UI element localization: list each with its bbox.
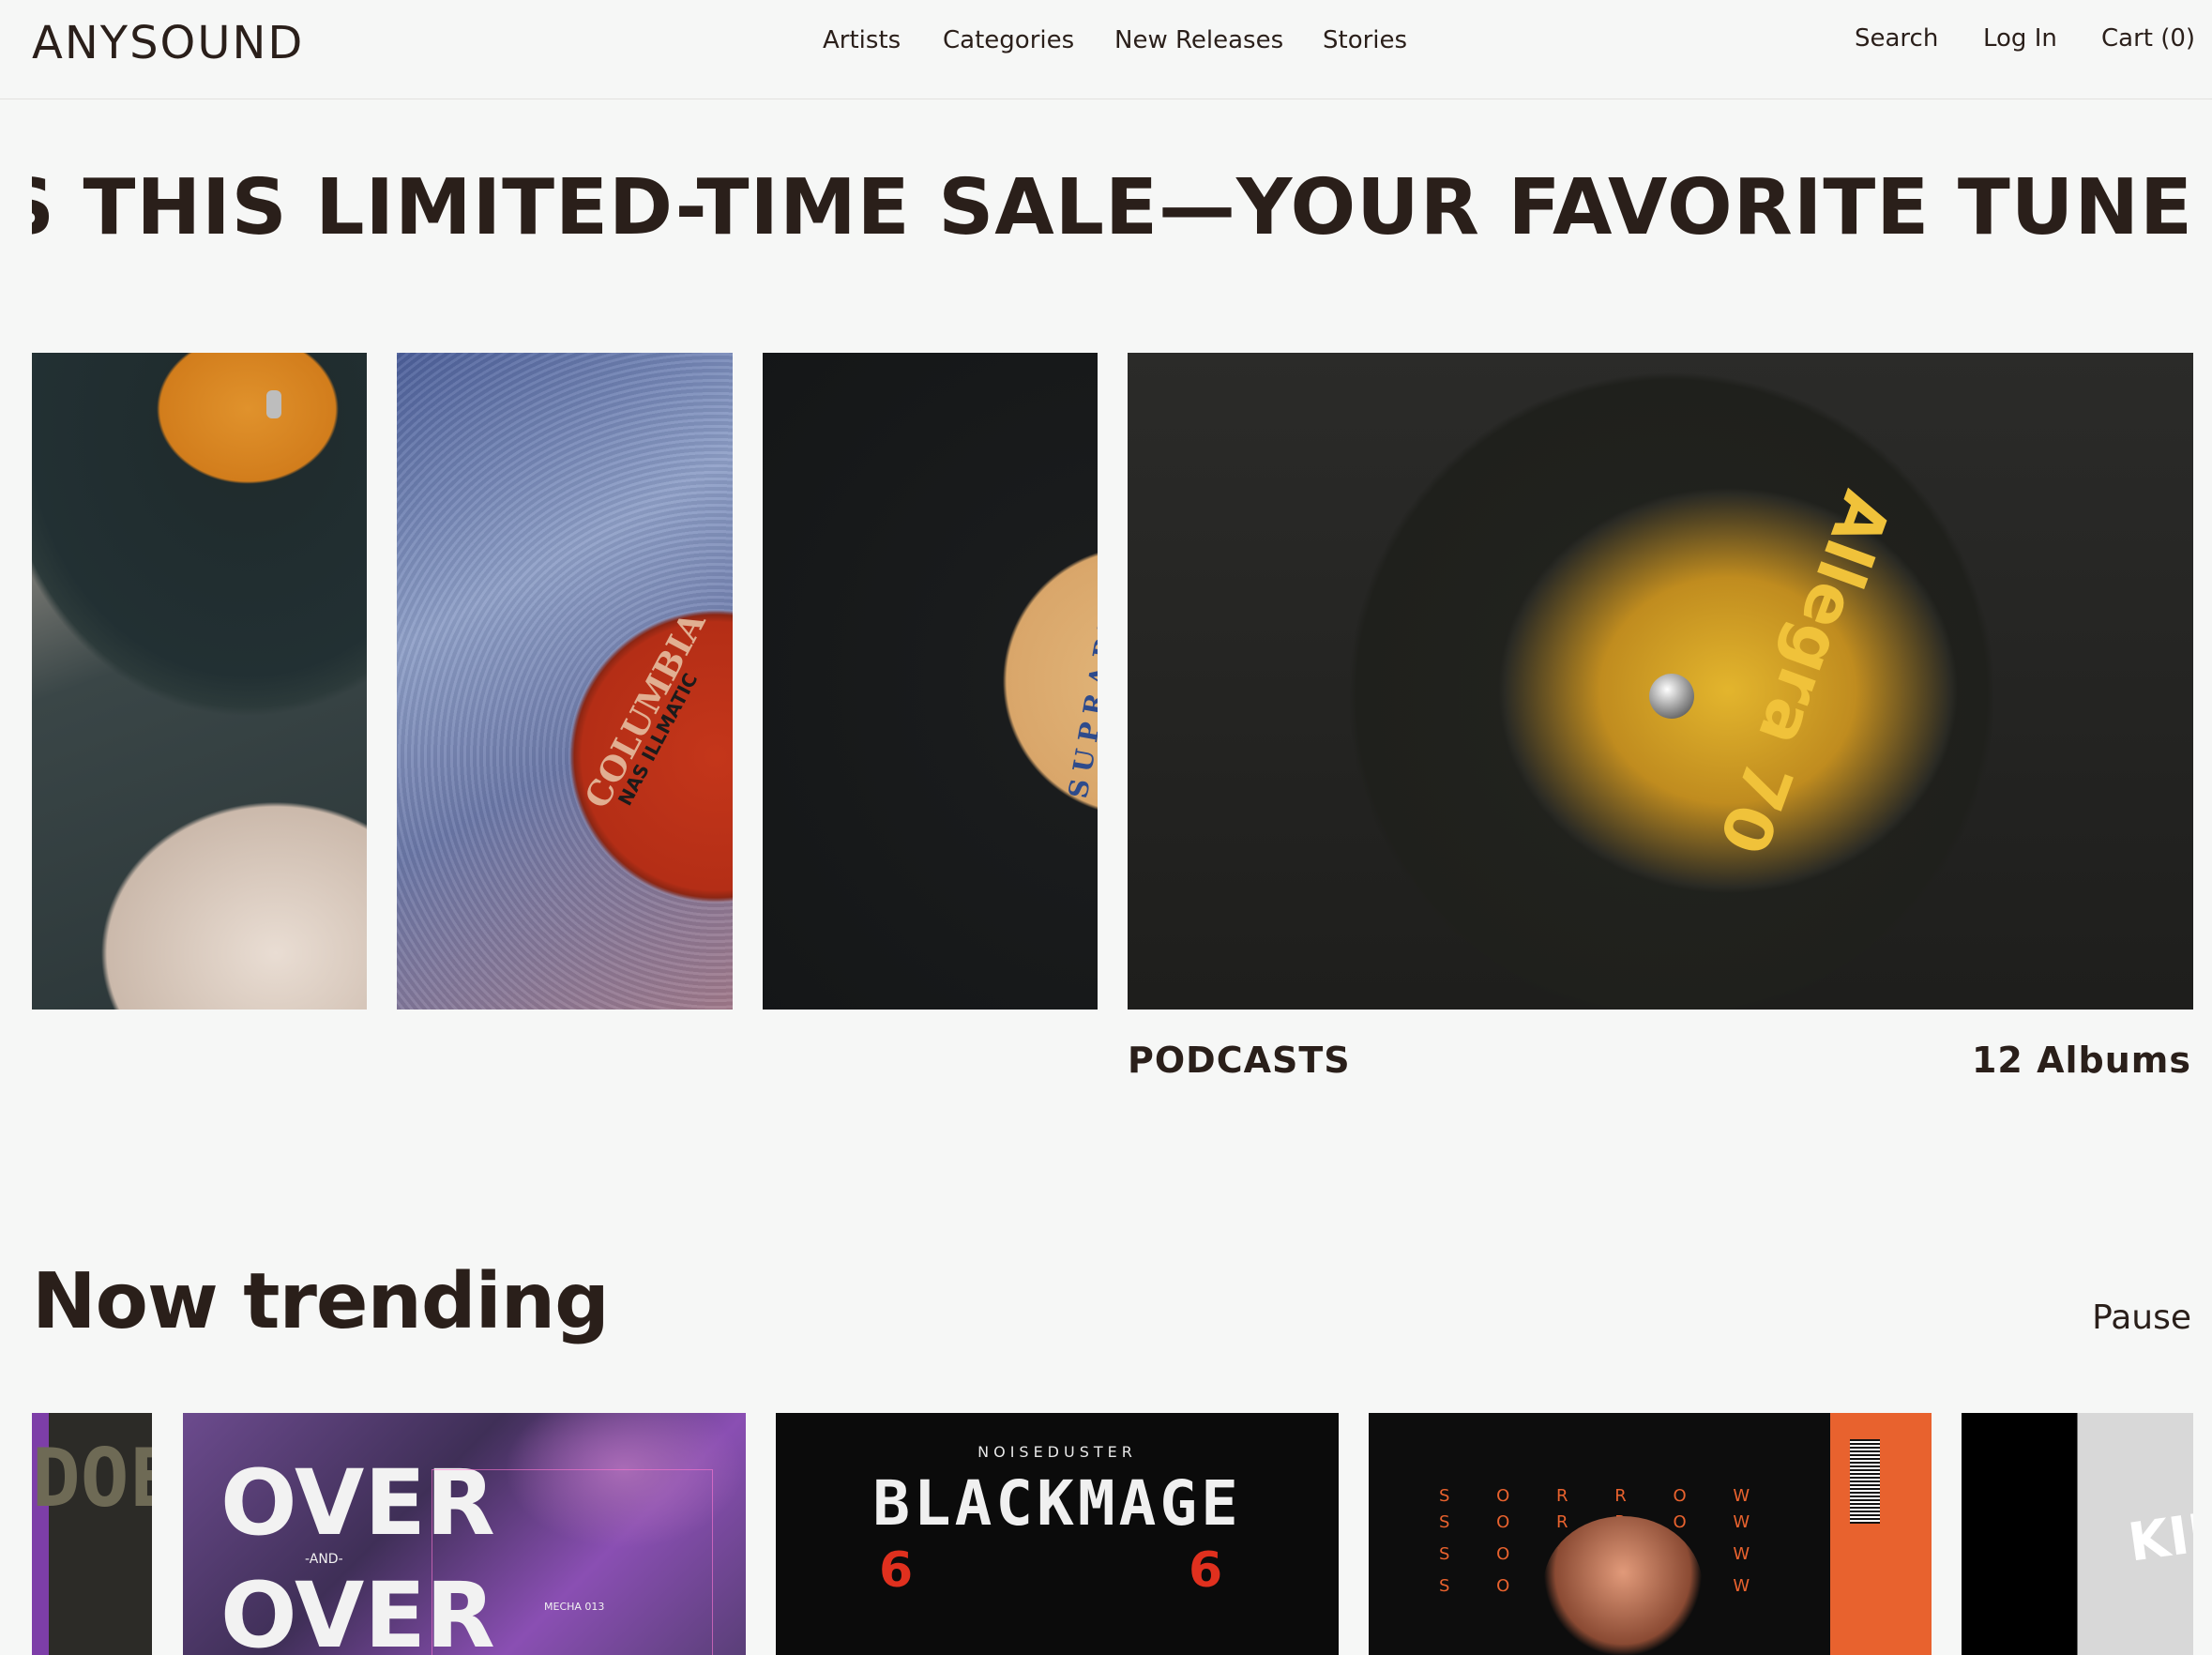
spindle-icon [266, 390, 281, 418]
nav-artists[interactable]: Artists [823, 26, 901, 54]
cover-number-right: 6 [1189, 1542, 1223, 1599]
cover-portrait [1543, 1516, 1703, 1655]
marquee-text: IISS THIS LIMITED-TIME SALE—YOUR FAVORIT… [32, 163, 2193, 252]
album-cover-doe[interactable]: DOE [32, 1413, 152, 1655]
promo-marquee: IISS THIS LIMITED-TIME SALE—YOUR FAVORIT… [32, 161, 2193, 255]
gallery-tile-orange-vinyl[interactable] [32, 353, 367, 1010]
barcode-icon [1850, 1439, 1880, 1524]
cover-title: S O R R O W [1439, 1486, 1771, 1506]
gallery-tile-columbia-vinyl[interactable]: COLUMBIA NAS ILLMATIC [397, 353, 733, 1010]
nav-categories[interactable]: Categories [943, 26, 1074, 54]
cart-link[interactable]: Cart (0) [2101, 24, 2195, 53]
album-cover-over-and-over[interactable]: OVER -AND- OVER MECHA 013 [183, 1413, 746, 1655]
featured-caption: PODCASTS [1128, 1040, 1351, 1081]
album-cover-kil[interactable]: KIL [1962, 1413, 2193, 1655]
cover-label: NOISEDUSTER [977, 1443, 1137, 1461]
cover-number-left: 6 [879, 1542, 914, 1599]
cover-title: BLACKMAGE [872, 1467, 1242, 1540]
pause-button[interactable]: Pause [2092, 1298, 2191, 1337]
album-cover-blackmage[interactable]: NOISEDUSTER BLACKMAGE 6 6 [776, 1413, 1339, 1655]
featured-album-count: 12 Albums [1971, 1040, 2191, 1081]
login-link[interactable]: Log In [1983, 24, 2057, 53]
site-header: ANYSOUND Artists Categories New Releases… [0, 0, 2212, 99]
disc-label-text: Allegra 70 [1704, 481, 1906, 864]
nav-new-releases[interactable]: New Releases [1114, 26, 1283, 54]
cover-title: DOE [32, 1432, 152, 1526]
disc-label-text: SUPRAPHON [1062, 536, 1098, 801]
album-cover-sorrow[interactable]: S O R R O W S O R R O W S O R R O W S O … [1369, 1413, 1932, 1655]
search-link[interactable]: Search [1855, 24, 1938, 53]
section-title-now-trending: Now trending [32, 1257, 610, 1346]
cover-title: KIL [2124, 1500, 2193, 1574]
cover-grid-decoration [432, 1469, 713, 1655]
disc-spindle-icon [1649, 674, 1694, 719]
gallery-tile-supraphon-vinyl[interactable]: SUPRAPHON [763, 353, 1098, 1010]
nav-stories[interactable]: Stories [1323, 26, 1407, 54]
gallery-tile-featured-vinyl[interactable]: Allegra 70 [1128, 353, 2193, 1010]
